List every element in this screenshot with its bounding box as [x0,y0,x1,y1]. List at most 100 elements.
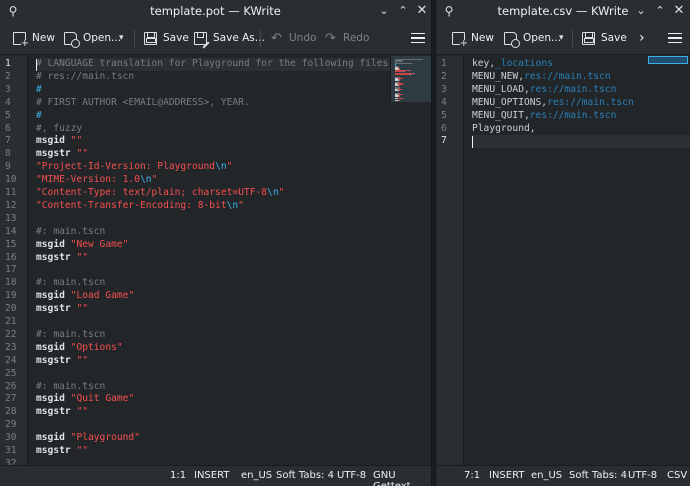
more-toolbar-button[interactable]: › [639,27,645,49]
code-line[interactable] [36,213,431,226]
save-icon [144,31,157,45]
code-line[interactable] [472,135,690,149]
line-number: 17 [5,264,17,276]
code-line[interactable] [36,264,431,277]
input-mode[interactable]: INSERT [194,470,229,481]
minimize-icon[interactable]: ⌄ [632,2,650,20]
code-line[interactable]: #: main.tscn [36,277,431,290]
code-area[interactable]: key,_locations MENU_NEW,res://main.tscn ME… [472,56,690,465]
cursor-position[interactable]: 7:1 [464,470,480,481]
code-line[interactable]: "Project-Id-Version: Playground\n" [36,161,431,174]
code-line[interactable]: "Content-Type: text/plain; charset=UTF-8… [36,187,431,200]
dictionary-language[interactable]: en_US [531,470,562,481]
undo-icon: ↶ [271,30,282,46]
code-token: "Content-Type: text/plain; charset=UTF-8 [36,187,268,198]
code-line[interactable]: msgstr "" [36,303,431,316]
open-button[interactable]: Open... [504,27,561,49]
minimize-icon[interactable]: ⌄ [375,2,393,20]
code-line[interactable]: MENU_OPTIONS,res://main.tscn [472,97,690,110]
code-line[interactable] [36,368,431,381]
maximize-icon[interactable]: ⌃ [394,2,412,20]
undo-button[interactable]: ↶ Undo [270,27,316,49]
new-button[interactable]: New [13,27,55,49]
code-token: # LANGUAGE translation for Playground fo… [36,58,395,69]
minimap-line [411,73,412,76]
code-line[interactable]: msgid "Load Game" [36,290,431,303]
open-recent-dropdown[interactable]: ▾ [119,27,124,49]
code-line[interactable]: MENU_LOAD,res://main.tscn [472,84,690,97]
titlebar[interactable]: ⚲ template.pot — KWrite ⌄ ⌃ ✕ [0,0,431,22]
code-line[interactable] [36,419,431,432]
maximize-icon[interactable]: ⌃ [651,2,669,20]
close-icon[interactable]: ✕ [670,2,688,20]
code-token: msgid [36,135,65,147]
code-token: msgid [36,290,65,302]
code-line[interactable]: #: main.tscn [36,381,431,394]
new-document-icon [452,31,468,49]
code-line[interactable]: # res://main.tscn [36,71,431,84]
titlebar[interactable]: ⚲ template.csv — KWrite ⌄ ⌃ ✕ [436,0,690,22]
close-icon[interactable]: ✕ [413,2,431,20]
code-line[interactable]: msgid "Quit Game" [36,393,431,406]
code-line[interactable]: # FIRST AUTHOR <EMAIL@ADDRESS>, YEAR. [36,97,431,110]
line-number: 31 [5,445,17,456]
minimap-line [395,60,403,62]
syntax-mode[interactable]: CSV [667,470,687,481]
code-line[interactable]: #: main.tscn [36,329,431,342]
code-line[interactable]: MENU_QUIT,res://main.tscn [472,110,690,123]
text-editor[interactable]: 1234567 key,_locations MENU_NEW,res://mai… [436,56,690,465]
code-line[interactable] [36,458,431,465]
code-line[interactable]: msgid "New Game" [36,239,431,252]
minimap-scrollbar[interactable] [648,56,688,64]
code-line[interactable]: msgstr "" [36,355,431,368]
input-mode[interactable]: INSERT [489,470,524,481]
indentation-setting[interactable]: Soft Tabs: 4 [569,470,627,481]
save-as-button[interactable]: Save As... [194,27,265,49]
code-line[interactable]: MENU_NEW,res://main.tscn [472,71,690,84]
redo-button[interactable]: ↷ Redo [324,27,369,49]
code-line[interactable]: Playground, [472,123,690,136]
line-number: 32 [5,457,17,465]
code-line[interactable]: msgstr "" [36,406,431,419]
hamburger-menu-button[interactable] [668,27,687,49]
code-token: # [36,83,42,95]
code-line[interactable]: msgstr "" [36,252,431,265]
code-line[interactable]: # LANGUAGE translation for Playground fo… [36,58,431,71]
code-area[interactable]: # LANGUAGE translation for Playground fo… [36,56,431,465]
code-token: " [151,174,158,186]
code-line[interactable]: "Content-Transfer-Encoding: 8-bit\n" [36,200,431,213]
code-token: msgstr [36,148,71,160]
code-line[interactable]: msgstr "" [36,445,431,458]
encoding[interactable]: UTF-8 [628,470,657,481]
syntax-mode[interactable]: GNU Gettext [373,470,431,486]
open-button[interactable]: Open... [64,27,121,49]
code-token: msgstr [36,354,71,366]
code-line[interactable]: msgid "Options" [36,342,431,355]
code-line[interactable]: msgid "" [36,135,431,148]
code-token: "MIME-Version: 1.0 [36,174,140,186]
hamburger-menu-button[interactable] [411,27,430,49]
minimap-scrollbar[interactable] [390,56,431,102]
code-token: "" [76,303,88,315]
encoding[interactable]: UTF-8 [337,470,366,481]
hamburger-menu-icon [411,32,425,45]
code-line[interactable]: #: main.tscn [36,226,431,239]
line-number: 14 [5,225,17,237]
code-line[interactable]: msgid "Playground" [36,432,431,445]
redo-label: Redo [343,32,370,44]
indentation-setting[interactable]: Soft Tabs: 4 [276,470,334,481]
code-line[interactable]: #, fuzzy [36,123,431,136]
cursor-position[interactable]: 1:1 [170,470,186,481]
open-recent-dropdown[interactable]: ▾ [559,27,564,49]
code-line[interactable]: # [36,84,431,97]
dictionary-language[interactable]: en_US [241,470,272,481]
code-line[interactable]: "MIME-Version: 1.0\n" [36,174,431,187]
text-editor[interactable]: 1 2 3 4 5 6 7 8 9 10 11 12 13 14 15 16 17 18 19 20 21 22 23 24 2… [0,56,431,465]
code-token: "" [76,251,88,263]
save-button[interactable]: Save [144,27,189,49]
code-line[interactable]: msgstr "" [36,148,431,161]
new-button[interactable]: New [452,27,494,49]
code-line[interactable]: # [36,110,431,123]
save-button[interactable]: Save [582,27,627,49]
code-line[interactable] [36,316,431,329]
